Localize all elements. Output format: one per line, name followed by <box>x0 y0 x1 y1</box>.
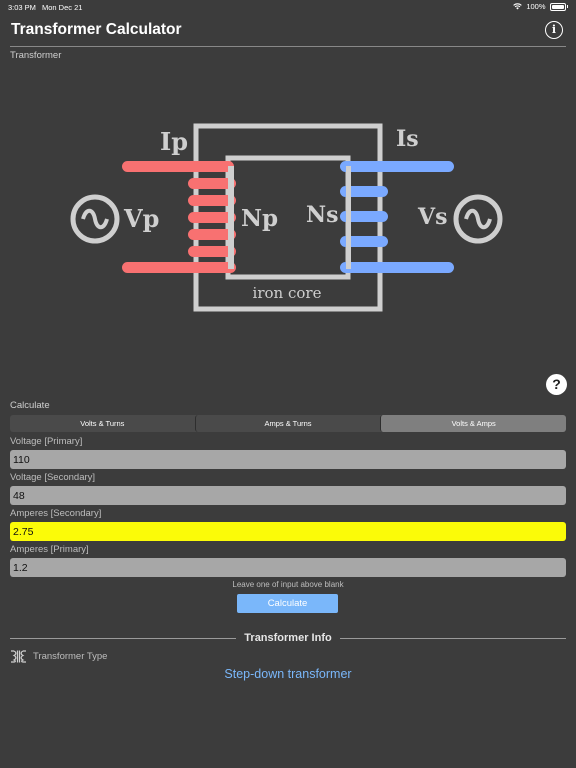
core-label: iron core <box>253 284 322 302</box>
info-header: Transformer Info <box>10 632 566 644</box>
status-bar: 3:03 PM Mon Dec 21 100% <box>0 0 576 14</box>
page-title: Transformer Calculator <box>11 21 182 38</box>
battery-icon <box>549 2 566 11</box>
vp-label: Vp <box>123 204 159 233</box>
diagram-section-label: Transformer <box>10 50 62 61</box>
secondary-core-bar <box>346 166 351 269</box>
transformer-type-label: Transformer Type <box>33 651 108 662</box>
mode-selector: Volts & Turns Amps & Turns Volts & Amps <box>10 415 567 432</box>
amperes-primary-label: Amperes [Primary] <box>10 544 89 555</box>
np-label: Np <box>241 205 278 232</box>
ac-source-secondary-icon <box>453 194 503 244</box>
transformer-diagram: Ip Is Vp Vs Np Ns iron core <box>70 123 503 312</box>
transformer-type-result: Step-down transformer <box>224 667 352 681</box>
secondary-lead-top <box>340 161 454 172</box>
status-time: 3:03 PM <box>8 3 36 12</box>
status-right: 100% <box>513 2 568 11</box>
info-divider-left <box>10 637 237 639</box>
ip-label: Ip <box>160 127 188 156</box>
transformer-icon <box>11 650 26 663</box>
wifi-icon <box>513 3 523 10</box>
ac-source-primary-icon <box>70 194 120 244</box>
battery-tip <box>566 5 568 8</box>
info-title: Transformer Info <box>244 632 332 644</box>
calculate-label: Calculate <box>10 400 50 411</box>
secondary-lead-bottom <box>340 262 454 273</box>
primary-lead-bottom <box>122 262 236 273</box>
help-button[interactable]: ? <box>546 374 567 395</box>
voltage-secondary-input[interactable] <box>10 486 566 505</box>
tab-volts-turns[interactable]: Volts & Turns <box>10 415 195 432</box>
voltage-secondary-label: Voltage [Secondary] <box>10 472 96 483</box>
battery-percent: 100% <box>526 2 546 11</box>
info-divider-right <box>339 637 566 639</box>
calculate-button[interactable]: Calculate <box>237 594 338 613</box>
amperes-secondary-label: Amperes [Secondary] <box>10 508 102 519</box>
blank-input-hint: Leave one of input above blank <box>232 580 344 589</box>
info-icon[interactable]: i <box>545 21 563 39</box>
vs-label: Vs <box>417 204 447 230</box>
tab-amps-turns[interactable]: Amps & Turns <box>194 415 381 432</box>
transformer-type-row: Transformer Type <box>10 650 107 663</box>
primary-lead-top <box>122 161 234 172</box>
voltage-primary-input[interactable] <box>10 450 566 469</box>
nav-divider <box>10 46 566 47</box>
amperes-primary-input[interactable] <box>10 558 566 577</box>
tab-volts-amps[interactable]: Volts & Amps <box>380 415 567 432</box>
ns-label: Ns <box>306 202 339 228</box>
is-label: Is <box>396 126 419 152</box>
primary-core-bar <box>228 166 234 269</box>
status-date: Mon Dec 21 <box>42 3 83 12</box>
voltage-primary-label: Voltage [Primary] <box>10 436 83 447</box>
amperes-secondary-input[interactable] <box>10 522 566 541</box>
